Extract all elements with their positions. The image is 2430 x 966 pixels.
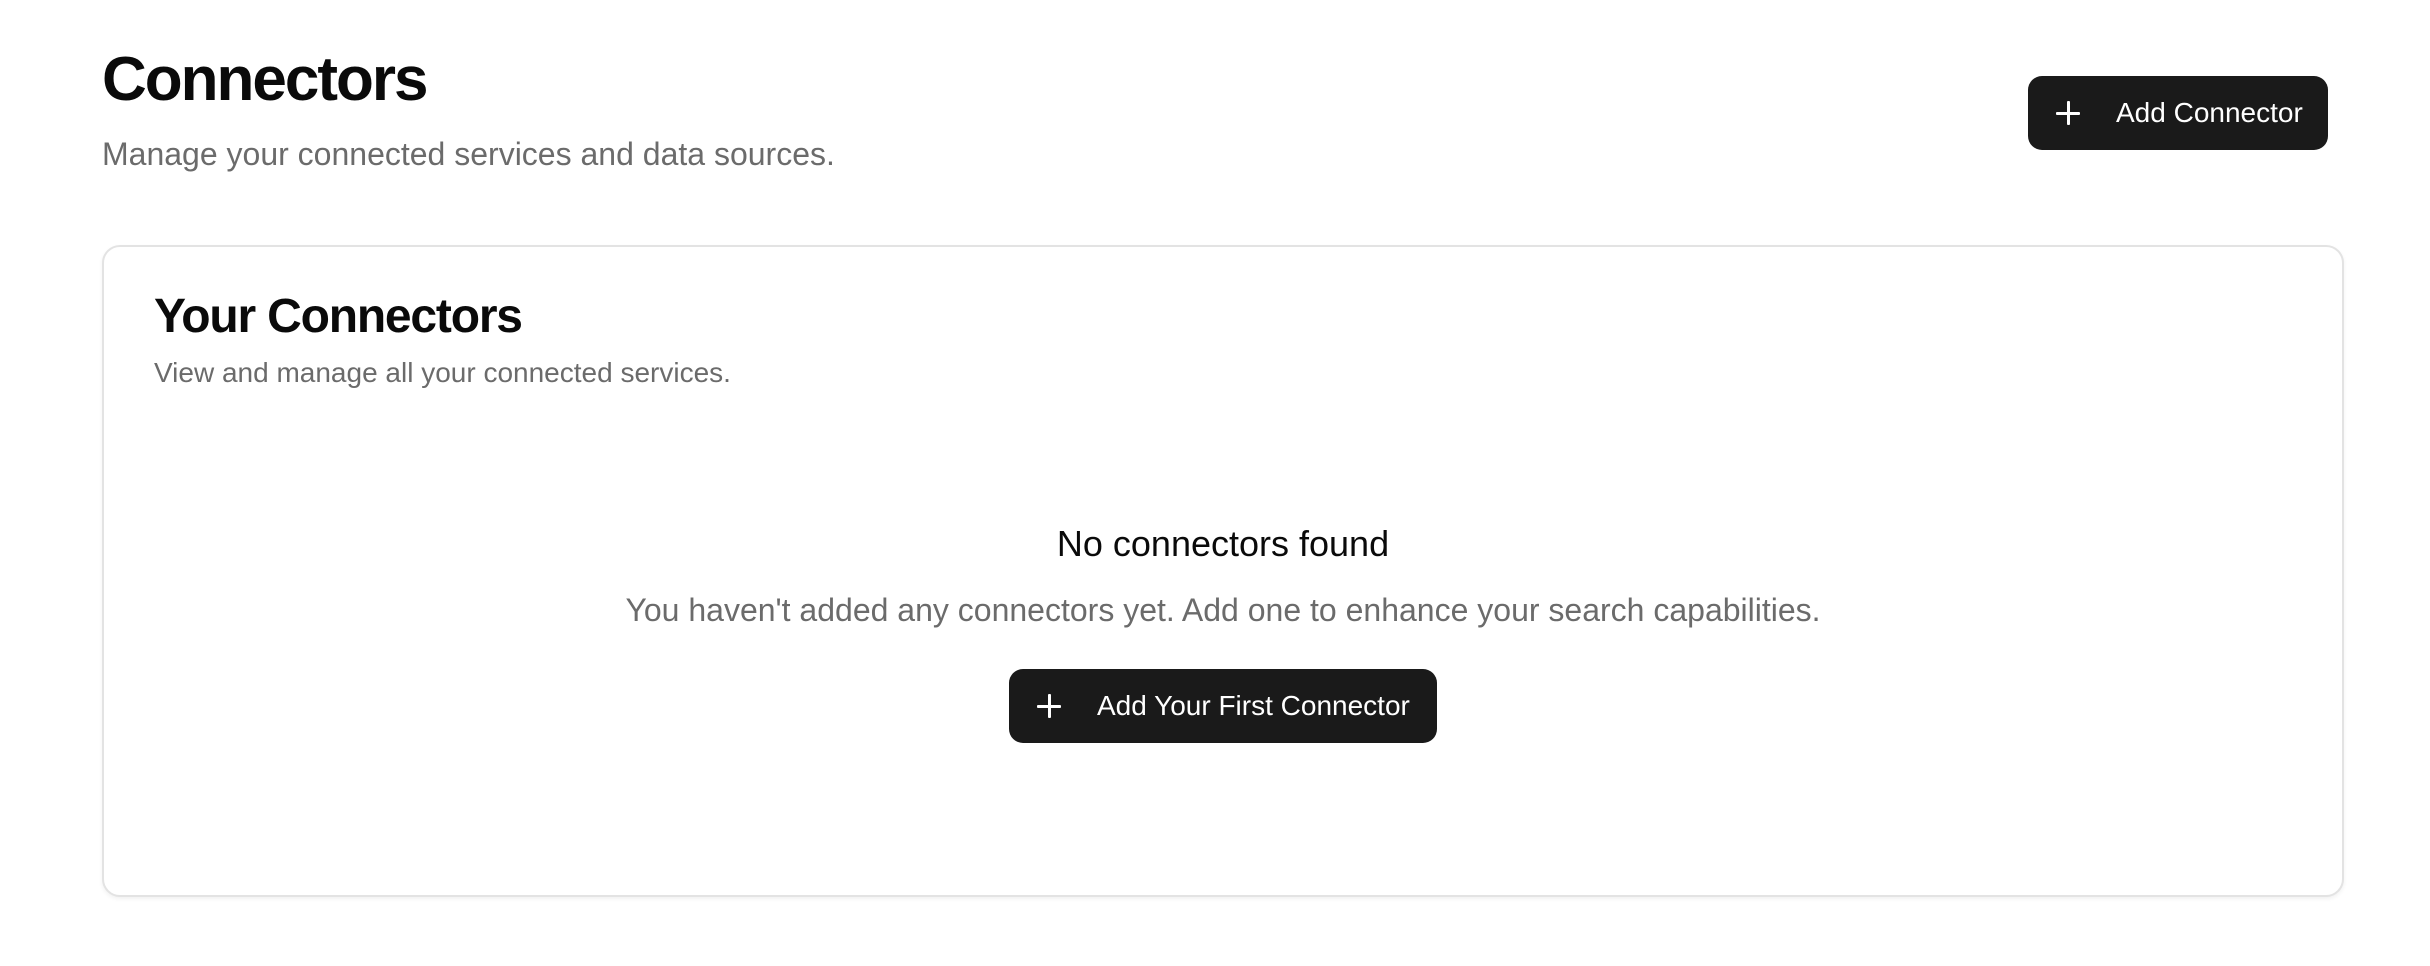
add-connector-button-label: Add Connector xyxy=(2116,97,2303,128)
empty-state: No connectors found You haven't added an… xyxy=(104,521,2342,743)
add-first-connector-button[interactable]: Add Your First Connector xyxy=(1009,669,1437,743)
card-title: Your Connectors xyxy=(154,290,523,343)
empty-state-description: You haven't added any connectors yet. Ad… xyxy=(625,592,1821,628)
plus-icon xyxy=(1037,694,1061,718)
connectors-card: Your Connectors View and manage all your… xyxy=(102,245,2344,897)
page-title: Connectors xyxy=(102,45,428,114)
empty-state-title: No connectors found xyxy=(1056,523,1390,564)
card-subtitle: View and manage all your connected servi… xyxy=(154,357,731,388)
connectors-page: Connectors Manage your connected service… xyxy=(0,0,2430,966)
add-first-connector-button-label: Add Your First Connector xyxy=(1097,690,1410,721)
add-connector-button[interactable]: Add Connector xyxy=(2028,76,2328,150)
plus-icon xyxy=(2056,101,2080,125)
page-header: Connectors Manage your connected service… xyxy=(102,40,2328,180)
page-subtitle: Manage your connected services and data … xyxy=(102,136,835,172)
